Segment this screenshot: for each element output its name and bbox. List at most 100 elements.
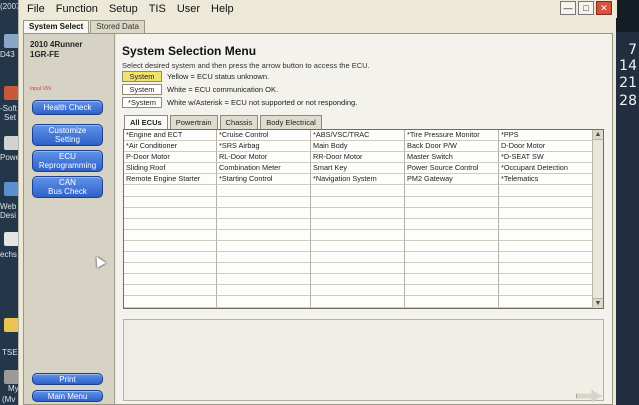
empty-cell — [311, 263, 405, 275]
ecu-cell[interactable]: *Tire Pressure Monitor — [405, 130, 499, 142]
desktop-label: Desi — [0, 211, 17, 220]
ecu-cell[interactable]: *SRS Airbag — [217, 141, 311, 153]
instruction-text: Select desired system and then press the… — [122, 61, 370, 70]
empty-cell — [311, 218, 405, 230]
ecu-cell[interactable]: *D-SEAT SW — [499, 152, 593, 164]
ecu-cell[interactable]: Power Source Control — [405, 163, 499, 175]
ecu-cell[interactable]: Master Switch — [405, 152, 499, 164]
empty-cell — [311, 185, 405, 197]
ecu-cell[interactable]: P-Door Motor — [124, 152, 217, 164]
tab-stored-data[interactable]: Stored Data — [90, 20, 145, 34]
menu-user[interactable]: User — [177, 3, 200, 15]
ecu-cell[interactable]: RR-Door Motor — [311, 152, 405, 164]
empty-cell — [499, 274, 593, 286]
print-label: Print — [59, 374, 76, 384]
legend-text: Yellow = ECU status unknown. — [167, 72, 270, 81]
minimize-icon[interactable]: — — [560, 1, 576, 15]
empty-cell — [217, 240, 311, 253]
ecu-cell[interactable]: *PPS — [499, 130, 593, 142]
empty-cell — [217, 185, 311, 197]
empty-cell — [311, 274, 405, 286]
empty-cell — [311, 229, 405, 241]
ecu-cell[interactable]: Remote Engine Starter — [124, 174, 217, 186]
page-title: System Selection Menu — [122, 44, 257, 58]
ecu-cell[interactable]: *Starting Control — [217, 174, 311, 186]
ecu-cell[interactable]: RL-Door Motor — [217, 152, 311, 164]
empty-cell — [217, 207, 311, 219]
ecu-reprogramming-button[interactable]: ECU Reprogramming — [32, 150, 103, 172]
can-label-line2: Bus Check — [48, 187, 87, 196]
vehicle-info: 2010 4Runner 1GR-FE — [30, 40, 82, 60]
desktop-label: Set — [4, 113, 17, 122]
empty-cell — [311, 240, 405, 253]
menu-help[interactable]: Help — [211, 3, 234, 15]
customize-setting-button[interactable]: Customize Setting — [32, 124, 103, 146]
legend-chip-asterisk: *System — [122, 97, 162, 108]
health-check-button[interactable]: Health Check — [32, 100, 103, 115]
ecu-cell[interactable]: *ABS/VSC/TRAC — [311, 130, 405, 142]
desktop-label: Powe — [0, 153, 21, 162]
empty-cell — [124, 263, 217, 275]
ecu-cell[interactable]: *Air Conditioner — [124, 141, 217, 153]
main-menu-button[interactable]: Main Menu — [32, 390, 103, 402]
tab-all-ecus[interactable]: All ECUs — [124, 115, 168, 129]
empty-cell — [405, 185, 499, 197]
empty-cell — [499, 229, 593, 241]
menu-setup[interactable]: Setup — [109, 3, 138, 15]
empty-cell — [217, 274, 311, 286]
legend-text: White = ECU communication OK. — [167, 85, 279, 94]
empty-cell — [217, 252, 311, 264]
can-bus-check-button[interactable]: CAN Bus Check — [32, 176, 103, 198]
ecu-category-tabs: All ECUs Powertrain Chassis Body Electri… — [124, 115, 324, 129]
legend-not-supported: *System White w/Asterisk = ECU not suppo… — [122, 97, 357, 108]
desktop-label: TSE — [2, 348, 18, 357]
ecu-cell[interactable]: *Occupant Detection — [499, 163, 593, 175]
print-button[interactable]: Print — [32, 373, 103, 385]
empty-cell — [311, 252, 405, 264]
ecu-cell[interactable]: *Engine and ECT — [124, 130, 217, 142]
ecu-cell[interactable]: D-Door Motor — [499, 141, 593, 153]
ecu-cell[interactable]: Main Body — [311, 141, 405, 153]
empty-cell — [311, 296, 405, 308]
close-icon[interactable]: ✕ — [596, 1, 612, 15]
ecu-cell[interactable]: PM2 Gateway — [405, 174, 499, 186]
calendar-day: 21 — [619, 75, 637, 91]
scroll-up-icon[interactable]: ▲ — [593, 130, 603, 140]
tab-system-select[interactable]: System Select — [23, 20, 90, 34]
empty-cell — [217, 229, 311, 241]
desktop-label: D43 — [0, 50, 15, 59]
tab-powertrain[interactable]: Powertrain — [169, 115, 218, 129]
empty-cell — [124, 274, 217, 286]
empty-cell — [499, 252, 593, 264]
tab-body-electrical[interactable]: Body Electrical — [260, 115, 322, 129]
menu-function[interactable]: Function — [56, 3, 98, 15]
empty-cell — [405, 218, 499, 230]
ecu-cell[interactable]: Back Door P/W — [405, 141, 499, 153]
empty-cell — [405, 274, 499, 286]
empty-cell — [217, 285, 311, 297]
vehicle-model: 2010 4Runner — [30, 40, 83, 49]
legend-chip-white: System — [122, 84, 162, 95]
system-selection-panel: System Selection Menu Select desired sys… — [116, 34, 612, 404]
ecu-cell[interactable]: Sliding Roof — [124, 163, 217, 175]
empty-cell — [124, 296, 217, 308]
content-frame: 2010 4Runner 1GR-FE Input VIN Health Che… — [23, 33, 613, 405]
can-label-line1: CAN — [59, 178, 76, 187]
ecu-grid-scrollbar[interactable]: ▲ ▼ — [592, 130, 603, 308]
empty-cell — [499, 296, 593, 308]
ecu-cell[interactable]: *Cruise Control — [217, 130, 311, 142]
tab-chassis[interactable]: Chassis — [219, 115, 259, 129]
scroll-down-icon[interactable]: ▼ — [593, 298, 603, 308]
menu-tis[interactable]: TIS — [149, 3, 166, 15]
empty-cell — [405, 229, 499, 241]
ecu-cell[interactable]: *Navigation System — [311, 174, 405, 186]
techstream-window: File Function Setup TIS User Help — □ ✕ … — [18, 0, 617, 405]
maximize-icon[interactable]: □ — [578, 1, 594, 15]
empty-cell — [405, 252, 499, 264]
vin-note: Input VIN — [30, 86, 51, 92]
ecu-cell[interactable]: *Telematics — [499, 174, 593, 186]
menu-file[interactable]: File — [27, 3, 45, 15]
ecu-cell[interactable]: Combination Meter — [217, 163, 311, 175]
empty-cell — [124, 252, 217, 264]
ecu-cell[interactable]: Smart Key — [311, 163, 405, 175]
